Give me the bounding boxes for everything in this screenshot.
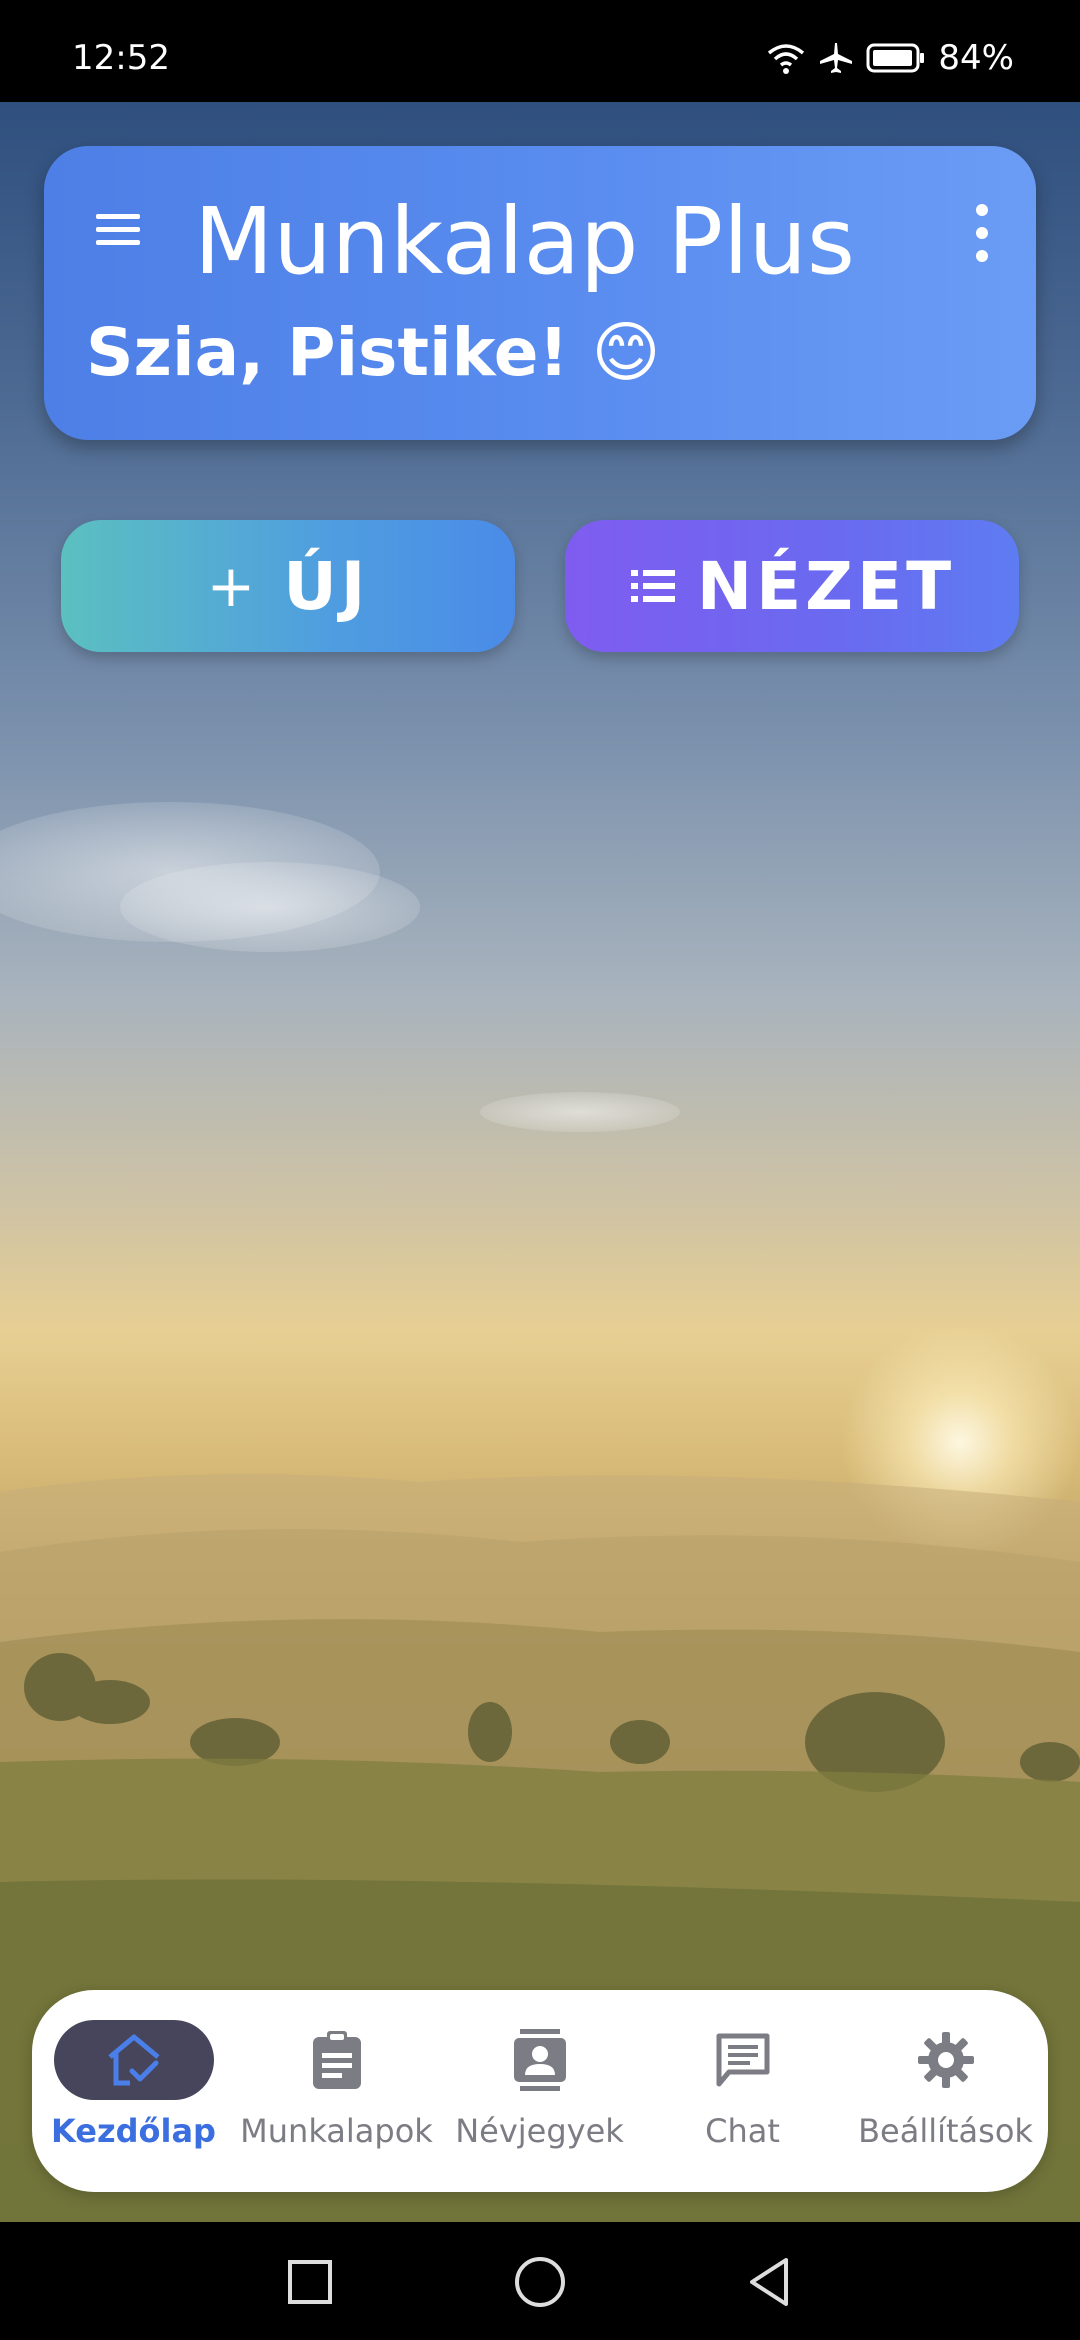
airplane-icon	[820, 43, 853, 73]
app-title: Munkalap Plus	[194, 188, 855, 295]
wifi-icon	[768, 44, 805, 74]
nav-label-contacts: Névjegyek	[455, 2112, 624, 2150]
battery-percent: 84%	[938, 38, 1014, 78]
battery-icon	[866, 43, 925, 73]
new-button[interactable]: + ÚJ	[61, 520, 515, 652]
system-navigation-bar	[0, 2222, 1080, 2340]
view-button-label: NÉZET	[696, 547, 956, 625]
header-card: Munkalap Plus Szia, Pistike! 😊	[44, 146, 1036, 440]
menu-icon[interactable]	[86, 198, 150, 262]
nav-item-settings[interactable]: Beállítások	[844, 1990, 1047, 2192]
nav-label-settings: Beállítások	[858, 2112, 1033, 2150]
back-icon[interactable]	[740, 2252, 800, 2312]
chat-icon	[716, 2033, 769, 2087]
plus-icon: +	[206, 552, 260, 620]
new-button-label: ÚJ	[283, 547, 370, 625]
nav-item-home[interactable]: Kezdőlap	[32, 1990, 235, 2192]
nav-active-indicator	[53, 2020, 214, 2100]
status-time: 12:52	[72, 38, 170, 78]
home-icon[interactable]	[510, 2252, 570, 2312]
nav-label-chat: Chat	[705, 2112, 780, 2150]
nav-item-chat[interactable]: Chat	[641, 1990, 844, 2192]
greeting-text: Szia, Pistike! 😊	[86, 314, 661, 391]
gear-icon	[917, 2032, 974, 2088]
view-button[interactable]: NÉZET	[565, 520, 1019, 652]
recent-apps-icon[interactable]	[280, 2252, 340, 2312]
nav-item-worksheets[interactable]: Munkalapok	[235, 1990, 438, 2192]
status-bar: 12:52 84%	[0, 0, 1080, 102]
status-icons: 84%	[766, 38, 1014, 78]
bottom-navigation: Kezdőlap Munkalapok Névjegyek Chat Beáll…	[32, 1990, 1048, 2192]
nav-label-home: Kezdőlap	[51, 2112, 216, 2150]
nav-item-contacts[interactable]: Névjegyek	[438, 1990, 641, 2192]
nav-label-worksheets: Munkalapok	[240, 2112, 433, 2150]
list-icon	[630, 570, 675, 602]
contacts-icon	[513, 2029, 566, 2091]
home-check-icon	[107, 2034, 160, 2086]
more-options-icon[interactable]	[962, 198, 1002, 268]
clipboard-icon	[312, 2031, 361, 2089]
